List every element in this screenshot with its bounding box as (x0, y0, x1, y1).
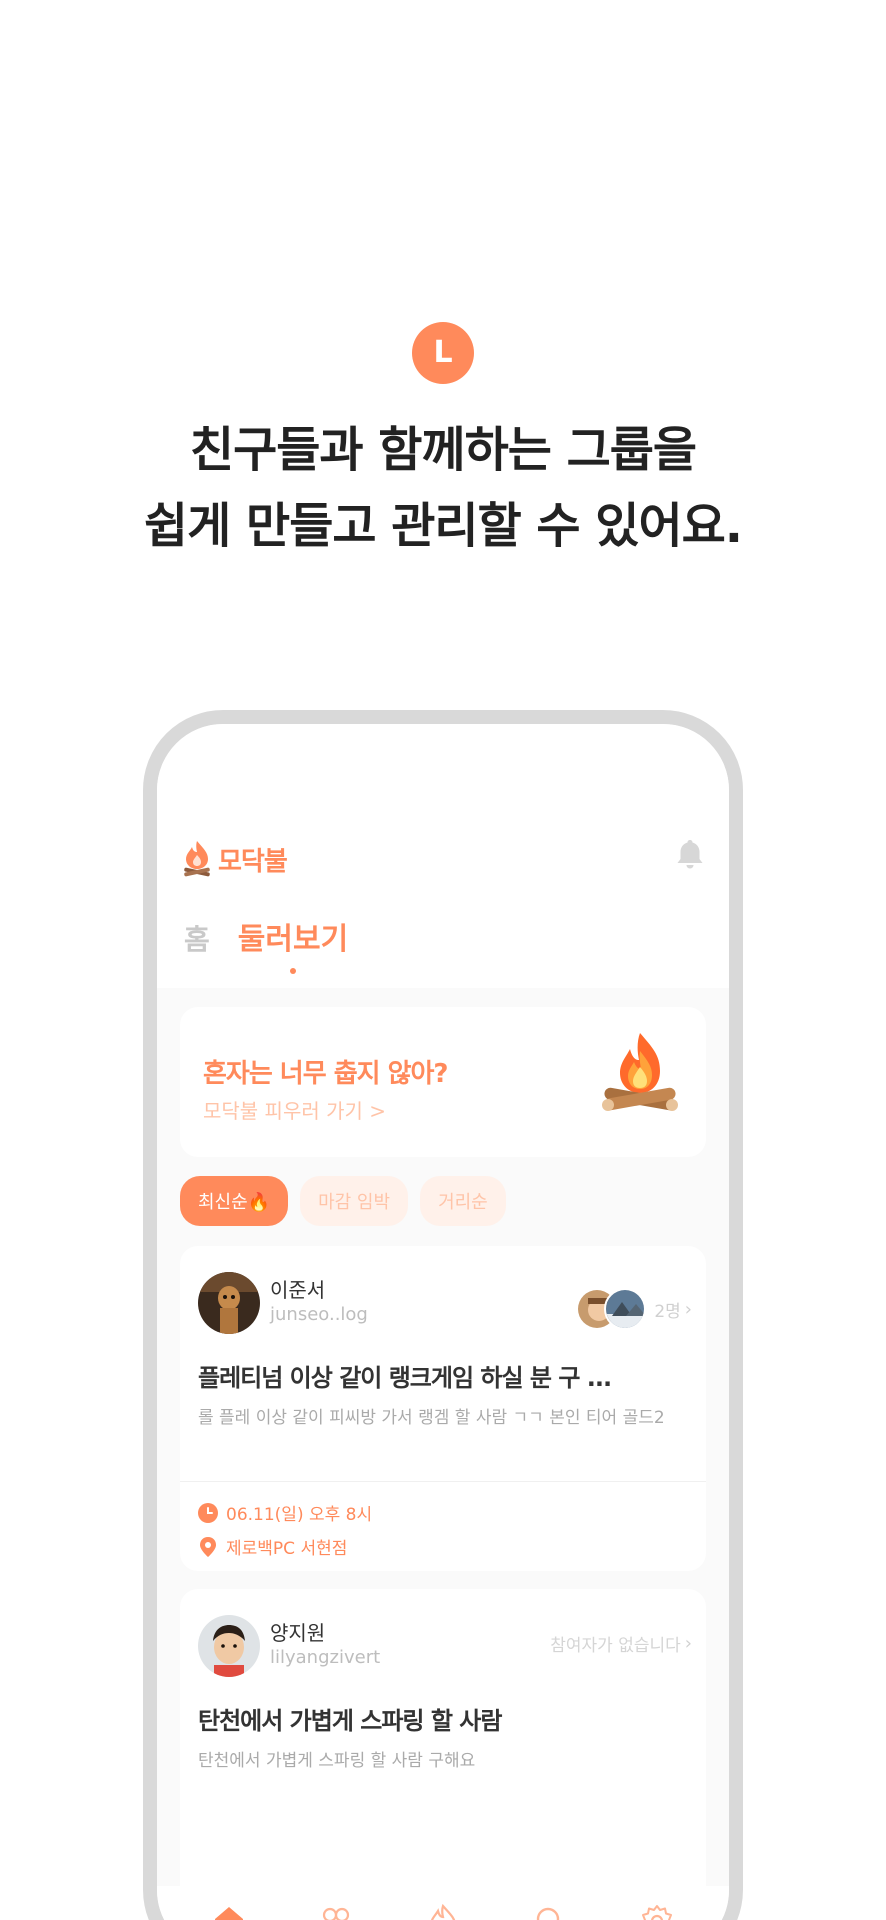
tab-home-nav[interactable] (204, 1896, 254, 1920)
notification-bell-icon[interactable] (676, 838, 704, 874)
post-title: 플레티넘 이상 같이 랭크게임 하실 분 구 ... (198, 1364, 612, 1392)
tab-browse-label: 둘러보기 (237, 922, 349, 957)
avatar[interactable] (198, 1272, 260, 1334)
post-author: 이준서 (270, 1278, 326, 1302)
home-icon (214, 1907, 243, 1920)
fire-icon (430, 1904, 456, 1920)
app-logo[interactable]: 모닥불 (182, 839, 288, 879)
clock-icon (198, 1502, 218, 1523)
post-title: 탄천에서 가볍게 스파링 할 사람 (198, 1707, 502, 1735)
post-datetime: 06.11(일) 오후 8시 (198, 1500, 372, 1525)
tab-search-nav[interactable] (525, 1896, 575, 1920)
post-card[interactable]: 양지원 lilyangzivert 참여자가 없습니다 › 탄천에서 가볍게 스… (180, 1589, 706, 1909)
top-tabs: 홈 둘러보기 (184, 914, 349, 974)
tab-home[interactable]: 홈 (184, 918, 210, 958)
participant-avatar (604, 1288, 647, 1330)
gear-icon (642, 1905, 673, 1920)
post-handle: lilyangzivert (270, 1647, 381, 1668)
post-location: 제로백PC 서현점 (198, 1534, 347, 1559)
tab-fire-nav[interactable] (418, 1896, 468, 1920)
post-card[interactable]: 이준서 junseo..log 2명 › 플레티넘 이상 같이 랭크게임 하실 … (180, 1246, 706, 1571)
active-tab-indicator (289, 968, 296, 974)
logo-text: 모닥불 (218, 846, 288, 877)
location-text: 제로백PC 서현점 (226, 1539, 348, 1559)
participant-empty: 참여자가 없습니다 (550, 1636, 681, 1656)
datetime-text: 06.11(일) 오후 8시 (226, 1505, 373, 1525)
hero-title-line2: 쉽게 만들고 관리할 수 있어요. (144, 498, 743, 554)
campfire-logo-icon (184, 841, 210, 877)
location-pin-icon (200, 1536, 216, 1557)
filter-distance[interactable]: 거리순 (420, 1176, 506, 1226)
banner-title: 혼자는 너무 춥지 않아? (203, 1059, 449, 1089)
banner-link[interactable]: 모닥불 피우러 가기 > (203, 1095, 386, 1124)
phone-frame: 모닥불 홈 둘러보기 혼자는 너무 춥지 않아? 모닥불 피우러 가기 > 최신… (143, 710, 743, 1920)
chevron-right-icon: › (684, 1298, 692, 1320)
bottom-tab-bar (157, 1886, 729, 1920)
promo-banner[interactable]: 혼자는 너무 춥지 않아? 모닥불 피우러 가기 > (180, 1007, 706, 1157)
sort-filters: 최신순🔥 마감 임박 거리순 (180, 1176, 506, 1226)
hero-title: 친구들과 함께하는 그룹을 쉽게 만들고 관리할 수 있어요. (0, 412, 886, 564)
filter-deadline[interactable]: 마감 임박 (300, 1176, 409, 1226)
tab-settings-nav[interactable] (632, 1896, 682, 1920)
post-author: 양지원 (270, 1621, 326, 1645)
hero-badge-letter: L (433, 335, 453, 370)
post-body: 탄천에서 가볍게 스파링 할 사람 구해요 (198, 1751, 476, 1771)
people-icon (322, 1907, 349, 1920)
filter-latest[interactable]: 최신순🔥 (180, 1176, 289, 1226)
divider (180, 1481, 706, 1482)
search-icon (536, 1907, 560, 1920)
hero-title-line1: 친구들과 함께하는 그룹을 (189, 422, 697, 478)
participants[interactable]: 참여자가 없습니다 › (550, 1631, 692, 1656)
avatar[interactable] (198, 1615, 260, 1677)
post-handle: junseo..log (270, 1304, 368, 1325)
post-body: 롤 플레 이상 같이 피씨방 가서 랭겜 할 사람 ㄱㄱ 본인 티어 골드2 (198, 1408, 665, 1428)
tab-browse[interactable]: 둘러보기 (237, 914, 349, 974)
participants[interactable]: 2명 › (576, 1288, 692, 1330)
chevron-right-icon: › (684, 1633, 692, 1654)
hero-badge: L (412, 322, 474, 384)
tab-people-nav[interactable] (311, 1896, 361, 1920)
campfire-icon (602, 1033, 678, 1111)
participant-count: 2명 (654, 1301, 681, 1322)
